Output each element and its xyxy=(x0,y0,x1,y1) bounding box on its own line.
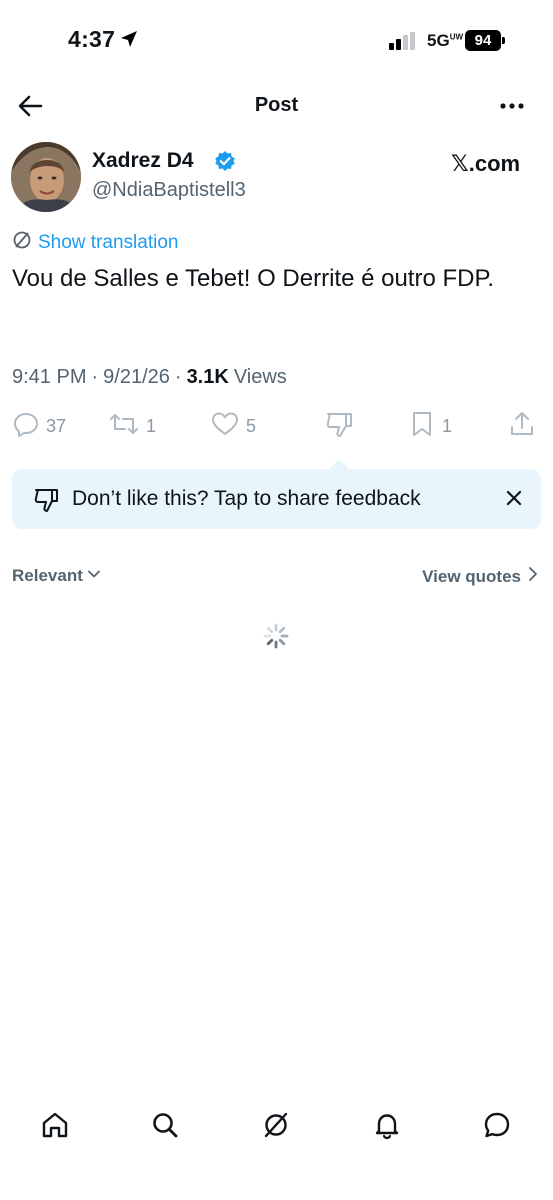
loading-spinner-icon xyxy=(262,622,290,655)
status-time: 4:37 xyxy=(68,26,116,52)
share-icon xyxy=(508,410,536,443)
bookmark-button[interactable]: 1 xyxy=(408,410,452,443)
views-label: Views xyxy=(233,366,287,388)
network-type: 5GUW xyxy=(427,31,464,50)
chevron-right-icon xyxy=(527,566,539,587)
tweet-text: Vou de Salles e Tebet! O Derrite é outro… xyxy=(12,265,495,292)
battery-nub xyxy=(502,37,505,44)
repost-button[interactable]: 1 xyxy=(108,410,156,443)
repost-icon xyxy=(108,410,140,443)
page-title: Post xyxy=(254,94,299,116)
notifications-icon[interactable] xyxy=(372,1110,402,1145)
search-icon[interactable] xyxy=(150,1110,180,1145)
like-button[interactable]: 5 xyxy=(210,410,256,443)
bookmark-count: 1 xyxy=(442,416,453,436)
author-display-name[interactable]: Xadrez D4 xyxy=(92,149,194,173)
meta-separator: · xyxy=(174,366,182,388)
thumbs-down-icon xyxy=(32,486,62,519)
chevron-down-icon xyxy=(87,567,101,586)
avatar[interactable] xyxy=(11,142,81,212)
like-count: 5 xyxy=(246,416,257,436)
tweet-actions: 37 1 5 1 xyxy=(0,410,553,446)
heart-icon xyxy=(210,410,240,443)
battery-indicator: 94 xyxy=(465,30,501,51)
author-handle[interactable]: @NdiaBaptistell3 xyxy=(92,179,246,202)
share-button[interactable] xyxy=(508,410,536,443)
close-icon[interactable] xyxy=(503,487,525,514)
tweet-date: 9/21/26 xyxy=(103,366,170,388)
show-translation-label: Show translation xyxy=(38,231,179,253)
sort-label: Relevant xyxy=(12,566,83,585)
verified-badge-icon xyxy=(214,150,236,177)
tweet-time: 9:41 PM xyxy=(12,366,87,388)
status-bar: 4:37 5GUW 94 xyxy=(0,0,553,80)
reply-button[interactable]: 37 xyxy=(12,410,66,443)
view-quotes-label: View quotes xyxy=(422,566,521,586)
more-horizontal-icon[interactable] xyxy=(499,94,525,123)
reply-icon xyxy=(12,410,40,443)
dislike-button[interactable] xyxy=(324,410,354,443)
show-translation-button[interactable]: Show translation xyxy=(12,230,178,255)
bottom-tab-bar xyxy=(0,1100,553,1160)
feedback-banner[interactable]: Don’t like this? Tap to share feedback xyxy=(12,469,541,529)
views-count[interactable]: 3.1K xyxy=(187,366,229,389)
bookmark-icon xyxy=(408,410,436,443)
cellular-signal-icon xyxy=(389,32,419,55)
source-label[interactable]: 𝕏.com xyxy=(451,151,520,177)
home-icon[interactable] xyxy=(40,1110,70,1145)
tweet-meta: 9:41 PM · 9/21/26 · 3.1K Views xyxy=(12,366,287,389)
thumbs-down-icon xyxy=(324,410,354,443)
top-nav: Post xyxy=(0,82,553,130)
location-arrow-icon xyxy=(120,30,138,53)
grok-icon[interactable] xyxy=(261,1110,291,1145)
translate-icon xyxy=(12,230,32,255)
meta-separator: · xyxy=(91,366,99,388)
view-quotes-link[interactable]: View quotes xyxy=(422,566,539,587)
repost-count: 1 xyxy=(146,416,157,436)
feedback-text: Don’t like this? Tap to share feedback xyxy=(72,487,421,510)
messages-icon[interactable] xyxy=(482,1110,512,1145)
reply-count: 37 xyxy=(46,416,67,436)
sort-replies-dropdown[interactable]: Relevant xyxy=(12,566,101,586)
